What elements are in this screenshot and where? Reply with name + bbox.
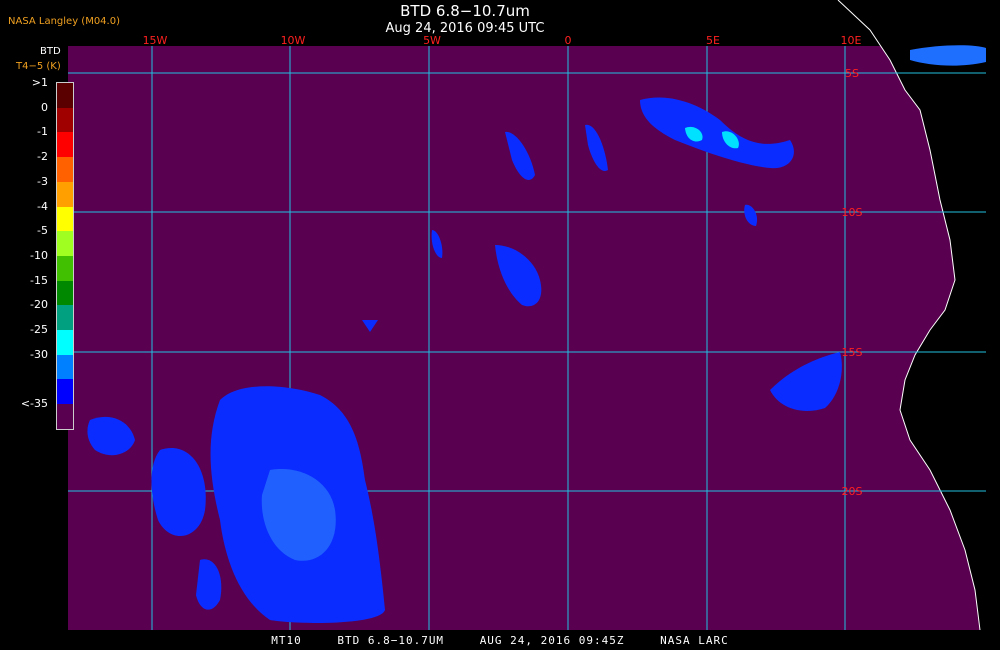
colorbar-segment: [57, 107, 73, 133]
colorbar-tick-label: -1: [37, 125, 48, 139]
colorbar-tick-label: -10: [30, 249, 48, 262]
ocean-background: [68, 46, 986, 630]
colorbar-tick-label: >1: [31, 76, 48, 89]
colorbar-tick-label: -25: [30, 323, 48, 337]
producer-label: NASA Langley (M04.0): [8, 16, 120, 27]
colorbar: [56, 82, 74, 430]
lat-label-10s: 10S: [842, 206, 863, 219]
footer-product: BTD 6.8−10.7UM: [337, 634, 445, 647]
colorbar-segment: [57, 379, 73, 405]
colorbar-segment: [57, 83, 73, 108]
footer-satellite: MT10: [271, 634, 302, 647]
colorbar-segment: [57, 404, 73, 429]
colorbar-segment: [57, 305, 73, 331]
colorbar-tick-label: -2: [37, 150, 48, 164]
satellite-map: 15W 10W 5W 0 5E 10E 5S 10S 15S 20S: [68, 0, 1000, 631]
colorbar-tick-label: -4: [37, 199, 48, 213]
footer-agency: NASA LARC: [660, 634, 729, 647]
footer-bar: MT10 BTD 6.8−10.7UM AUG 24, 2016 09:45Z …: [0, 634, 1000, 650]
colorbar-label: BTD: [40, 46, 61, 57]
colorbar-segment: [57, 206, 73, 232]
colorbar-segment: [57, 280, 73, 306]
colorbar-segment: [57, 354, 73, 380]
colorbar-segment: [57, 255, 73, 281]
colorbar-segment: [57, 181, 73, 207]
map-title: BTD 6.8−10.7um: [400, 2, 530, 20]
footer-datetime: AUG 24, 2016 09:45Z: [479, 634, 625, 647]
map-subtitle: Aug 24, 2016 09:45 UTC: [385, 21, 545, 36]
colorbar-segment: [57, 157, 73, 182]
lat-label-15s: 15S: [842, 346, 863, 359]
colorbar-tick-label: -15: [30, 273, 48, 287]
colorbar-segment: [57, 330, 73, 355]
colorbar-tick-label: 0: [41, 100, 48, 114]
colorbar-segment: [57, 132, 73, 158]
colorbar-tick-label: -5: [37, 224, 48, 238]
colorbar-tick-label: <-35: [20, 397, 48, 411]
colorbar-units: T4−5 (K): [16, 61, 61, 72]
colorbar-tick-label: -20: [30, 298, 48, 312]
lat-label-20s: 20S: [842, 485, 863, 498]
lat-label-5s: 5S: [845, 67, 859, 80]
colorbar-tick-label: -3: [37, 174, 48, 188]
colorbar-segment: [57, 231, 73, 256]
colorbar-tick-label: -30: [30, 347, 48, 361]
